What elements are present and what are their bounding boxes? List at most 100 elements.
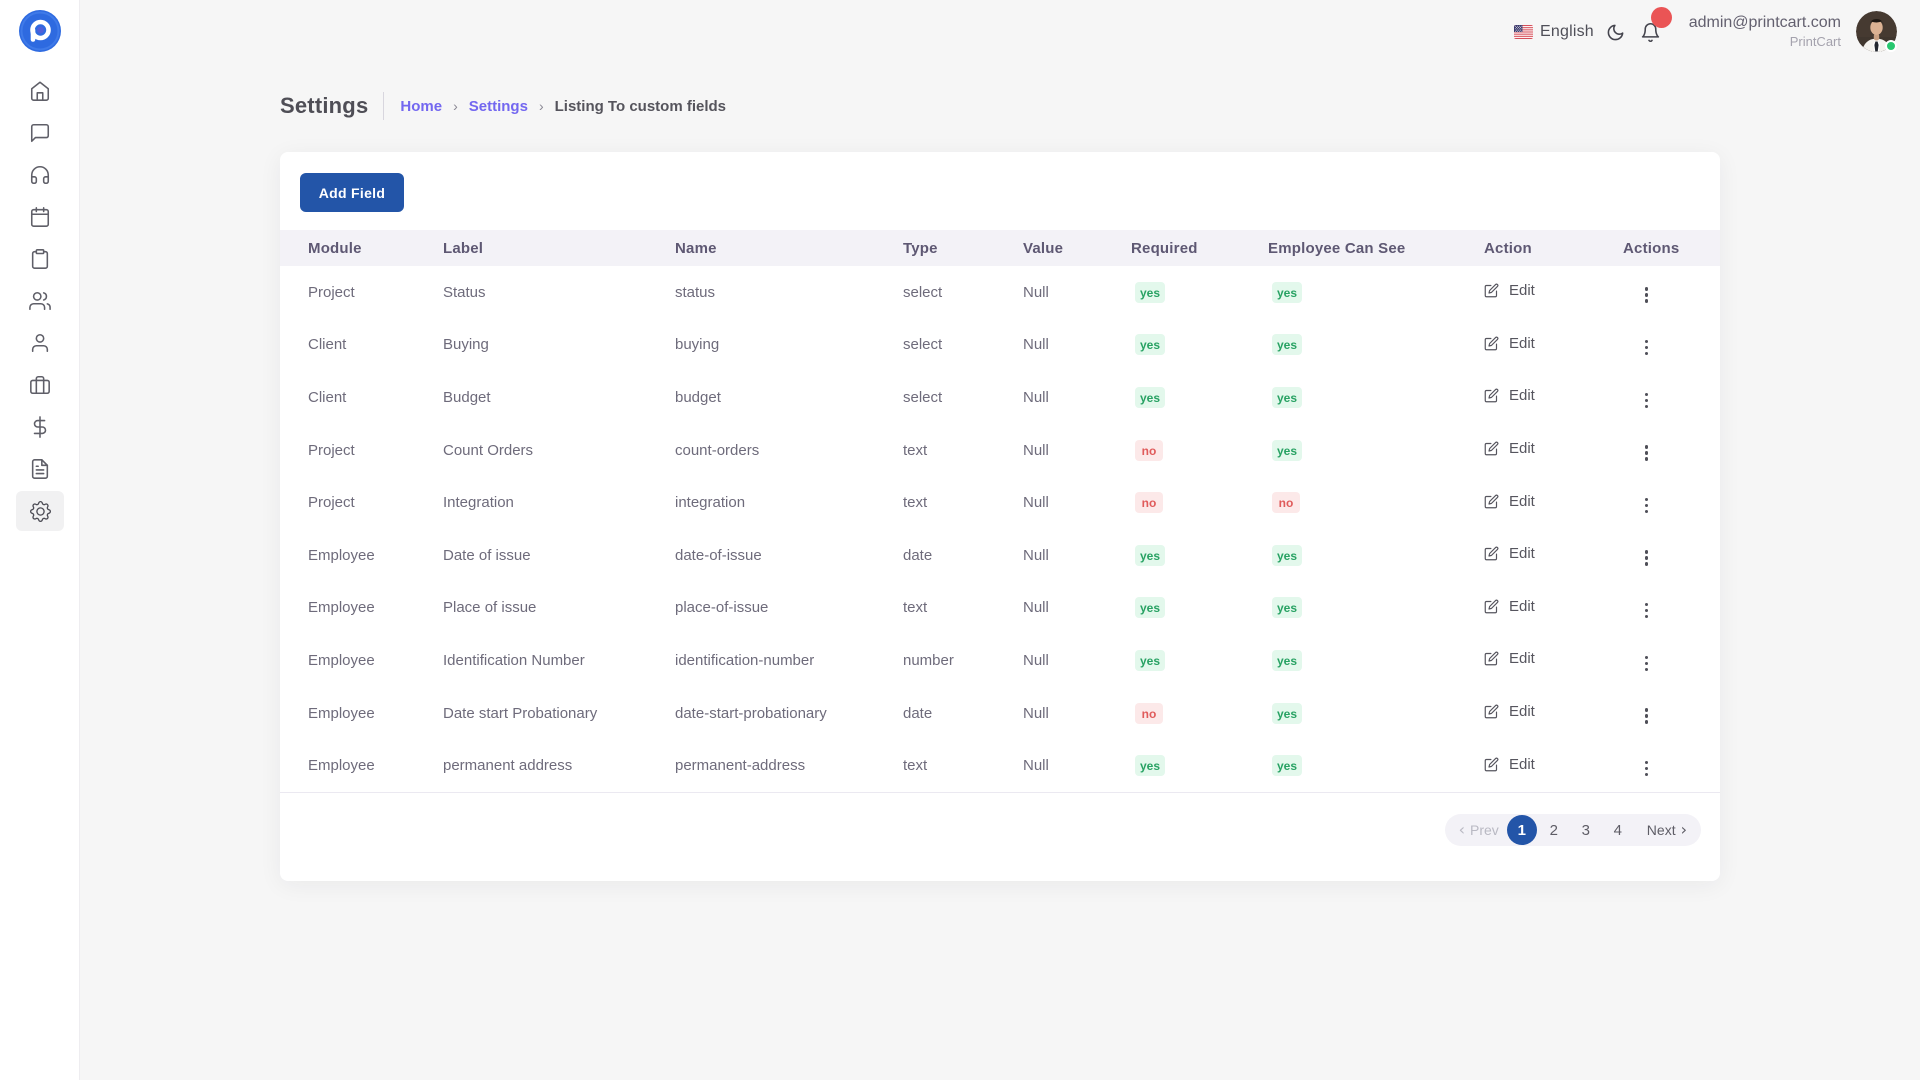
avatar[interactable] xyxy=(1856,11,1897,52)
cell-required: yes xyxy=(1131,634,1268,687)
us-flag-icon xyxy=(1514,25,1533,39)
cell-value: Null xyxy=(1023,476,1131,529)
employee-can-see-badge: yes xyxy=(1272,650,1302,671)
sidebar-item-teams[interactable] xyxy=(16,281,64,321)
edit-button[interactable]: Edit xyxy=(1484,440,1535,457)
cell-type: date xyxy=(903,529,1023,582)
cell-employee-can-see: yes xyxy=(1268,687,1484,740)
edit-button[interactable]: Edit xyxy=(1484,650,1535,667)
employee-can-see-badge: yes xyxy=(1272,387,1302,408)
required-badge: no xyxy=(1135,440,1163,461)
cell-required: yes xyxy=(1131,266,1268,319)
cell-module: Project xyxy=(280,476,443,529)
row-actions-menu-button[interactable] xyxy=(1635,441,1658,464)
cell-module: Employee xyxy=(280,739,443,792)
required-badge: yes xyxy=(1135,597,1165,618)
sidebar-item-home[interactable] xyxy=(16,71,64,111)
cell-action: Edit xyxy=(1484,424,1623,477)
table-bottom-divider xyxy=(280,792,1720,793)
breadcrumb-separator: › xyxy=(453,98,458,114)
user-menu[interactable]: admin@printcart.com PrintCart xyxy=(1689,13,1841,50)
sidebar-item-tasks[interactable] xyxy=(16,239,64,279)
cell-name: date-of-issue xyxy=(675,529,903,582)
printcart-logo[interactable] xyxy=(18,9,62,53)
sidebar-item-support[interactable] xyxy=(16,155,64,195)
row-actions-menu-button[interactable] xyxy=(1635,283,1658,306)
cell-required: yes xyxy=(1131,319,1268,372)
cell-action: Edit xyxy=(1484,266,1623,319)
required-badge: yes xyxy=(1135,334,1165,355)
table-row: Employee Date start Probationary date-st… xyxy=(280,687,1720,740)
cell-name: integration xyxy=(675,476,903,529)
dark-mode-toggle[interactable] xyxy=(1606,0,1625,64)
edit-button[interactable]: Edit xyxy=(1484,703,1535,720)
cell-employee-can-see: yes xyxy=(1268,634,1484,687)
edit-icon xyxy=(1484,494,1499,509)
row-actions-menu-button[interactable] xyxy=(1635,336,1658,359)
sidebar-item-payroll[interactable] xyxy=(16,407,64,447)
cell-label: Budget xyxy=(443,371,675,424)
row-actions-menu-button[interactable] xyxy=(1635,757,1658,780)
cell-action: Edit xyxy=(1484,739,1623,792)
edit-button[interactable]: Edit xyxy=(1484,335,1535,352)
table-row: Employee Place of issue place-of-issue t… xyxy=(280,582,1720,635)
cell-action: Edit xyxy=(1484,476,1623,529)
add-field-button[interactable]: Add Field xyxy=(300,173,404,212)
cell-value: Null xyxy=(1023,687,1131,740)
cell-actions xyxy=(1623,266,1720,319)
cell-required: yes xyxy=(1131,371,1268,424)
pagination-page-1[interactable]: 1 xyxy=(1507,815,1537,845)
sidebar-item-projects[interactable] xyxy=(16,365,64,405)
row-actions-menu-button[interactable] xyxy=(1635,546,1658,569)
edit-button[interactable]: Edit xyxy=(1484,598,1535,615)
cell-action: Edit xyxy=(1484,582,1623,635)
edit-button[interactable]: Edit xyxy=(1484,545,1535,562)
sidebar-item-settings[interactable] xyxy=(16,491,64,531)
employee-can-see-badge: yes xyxy=(1272,755,1302,776)
cell-name: permanent-address xyxy=(675,739,903,792)
required-badge: no xyxy=(1135,703,1163,724)
employee-can-see-badge: yes xyxy=(1272,703,1302,724)
row-actions-menu-button[interactable] xyxy=(1635,494,1658,517)
row-actions-menu-button[interactable] xyxy=(1635,704,1658,727)
cell-type: text xyxy=(903,424,1023,477)
edit-icon xyxy=(1484,441,1499,456)
column-header-action: Action xyxy=(1484,230,1623,266)
column-header-employee-can-see: Employee Can See xyxy=(1268,230,1484,266)
sidebar-item-employees[interactable] xyxy=(16,323,64,363)
cell-type: number xyxy=(903,634,1023,687)
cell-label: permanent address xyxy=(443,739,675,792)
language-switcher[interactable]: English xyxy=(1514,0,1594,64)
pagination-page-2[interactable]: 2 xyxy=(1539,815,1569,845)
cell-action: Edit xyxy=(1484,529,1623,582)
cell-employee-can-see: no xyxy=(1268,476,1484,529)
cell-actions xyxy=(1623,634,1720,687)
page-title: Settings xyxy=(280,93,368,119)
edit-button[interactable]: Edit xyxy=(1484,282,1535,299)
row-actions-menu-button[interactable] xyxy=(1635,389,1658,412)
cell-employee-can-see: yes xyxy=(1268,319,1484,372)
cell-value: Null xyxy=(1023,582,1131,635)
edit-button[interactable]: Edit xyxy=(1484,493,1535,510)
cell-label: Status xyxy=(443,266,675,319)
column-header-required: Required xyxy=(1131,230,1268,266)
sidebar-item-calendar[interactable] xyxy=(16,197,64,237)
breadcrumb-home[interactable]: Home xyxy=(400,98,442,115)
sidebar-item-chat[interactable] xyxy=(16,113,64,153)
employee-can-see-badge: yes xyxy=(1272,282,1302,303)
settings-icon xyxy=(30,501,51,522)
pagination-page-4[interactable]: 4 xyxy=(1603,815,1633,845)
sidebar-item-documents[interactable] xyxy=(16,449,64,489)
pagination-page-3[interactable]: 3 xyxy=(1571,815,1601,845)
row-actions-menu-button[interactable] xyxy=(1635,599,1658,622)
edit-button[interactable]: Edit xyxy=(1484,387,1535,404)
language-label: English xyxy=(1540,23,1594,41)
pagination-prev[interactable]: ‹Prev xyxy=(1459,822,1499,838)
cell-actions xyxy=(1623,476,1720,529)
cell-employee-can-see: yes xyxy=(1268,424,1484,477)
breadcrumb-settings[interactable]: Settings xyxy=(469,98,528,115)
document-icon xyxy=(29,458,51,480)
edit-button[interactable]: Edit xyxy=(1484,756,1535,773)
pagination-next[interactable]: Next› xyxy=(1647,822,1687,838)
row-actions-menu-button[interactable] xyxy=(1635,652,1658,675)
